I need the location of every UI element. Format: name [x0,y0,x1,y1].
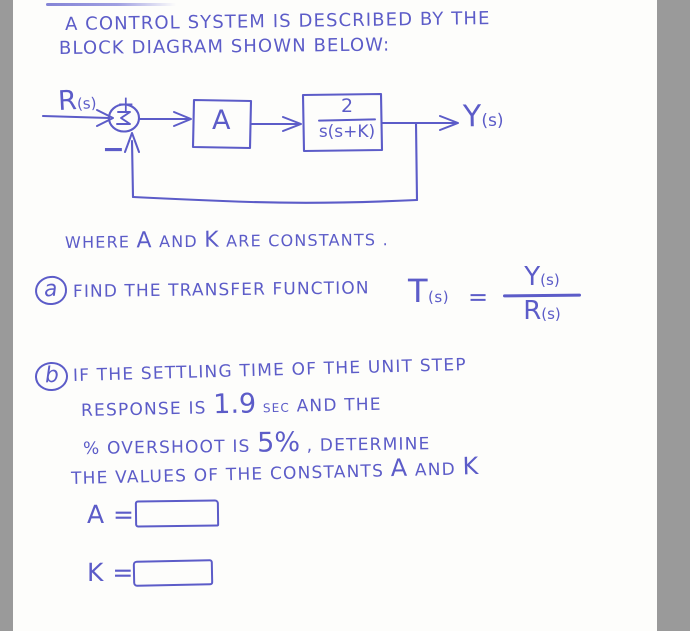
arrowhead-to-gain [173,111,192,127]
part-b-line-1: IF THE SETTLING TIME OF THE UNIT STEP [72,355,468,386]
part-b-line-3-post: , DETERMINE [306,434,431,456]
gain-block-label: A [212,105,231,136]
part-a-text: FIND THE TRANSFER FUNCTION [72,278,370,302]
fraction-numerator: Y(s) [499,262,585,293]
part-a-letter: a [34,274,68,307]
constants-note-and: AND [158,231,198,252]
feedback-horizontal [131,195,419,204]
fraction-denominator: R(s) [499,296,585,327]
feedback-takeoff-vertical [414,121,419,202]
plant-numerator: 2 [340,95,354,117]
part-b-letter: b [34,361,70,392]
answer-a-label: A = [87,500,135,529]
part-b-line-2: RESPONSE IS 1.9 sec AND THE [81,386,382,423]
worksheet-page: A CONTROL SYSTEM IS DESCRIBED BY THE BLO… [13,0,657,631]
part-b-line-3-pre: % OVERSHOOT IS [82,436,251,459]
feedback-vertical-to-summer [130,139,135,199]
constants-note-suffix: ARE CONSTANTS . [226,230,389,251]
output-signal-label: Y(s) [462,99,504,135]
fraction-numerator-sub: (s) [540,271,560,289]
constant-a-ref: A [136,228,153,254]
part-b-constant-a: A [390,453,409,483]
part-b-line-2-post: sec AND THE [262,394,382,418]
fraction-bar [502,293,582,297]
answer-a-input[interactable] [134,499,220,528]
transfer-function-symbol: T(s) [408,272,449,310]
part-b-line-4-pre: THE VALUES OF THE CONSTANTS [70,461,385,489]
input-arrowhead [96,109,114,127]
prompt-line-2: BLOCK DIAGRAM SHOWN BELOW: [58,34,391,59]
overshoot-value: 5% [256,426,301,459]
input-wire [41,114,111,120]
part-b-constant-k: K [462,452,480,481]
left-page-margin [0,0,13,631]
input-signal-label: R(s) [57,84,97,117]
summing-minus-sign: − [102,134,125,165]
constant-k-ref: K [204,227,220,253]
prompt-line-1: A CONTROL SYSTEM IS DESCRIBED BY THE [64,8,491,35]
plant-denominator: s(s+K) [318,122,376,143]
equals-sign: = [468,283,489,311]
cut-off-ink-stroke-top [46,3,176,6]
part-a-label: a [34,274,68,307]
transfer-function-fraction: Y(s) R(s) [499,262,585,327]
answer-k-input[interactable] [132,559,214,587]
constants-note: WHERE A AND K ARE CONSTANTS . [65,226,389,254]
input-signal-sub: (s) [76,94,97,114]
tf-sub: (s) [428,288,450,306]
part-b-and: AND [414,459,457,481]
part-b-line-2-pre: RESPONSE IS [80,398,207,421]
arrowhead-to-plant [282,116,302,132]
summing-plus-sign: + [117,92,135,116]
output-signal-sub: (s) [481,110,504,132]
settling-time-value: 1.9 [212,388,257,421]
part-b-label: b [34,361,70,392]
answer-k-label: K = [87,558,134,587]
output-signal-letter: Y [462,99,482,135]
fraction-denominator-letter: R [523,296,542,327]
arrowhead-to-output [439,115,459,131]
input-signal-letter: R [57,85,78,117]
constants-note-prefix: WHERE [64,232,131,252]
right-page-margin [657,0,690,631]
fraction-numerator-letter: Y [524,262,541,292]
feedback-arrowhead [124,132,140,153]
fraction-denominator-sub: (s) [541,305,561,324]
plant-transfer-function: 2 s(s+K) [313,96,381,143]
tf-letter: T [408,272,429,310]
